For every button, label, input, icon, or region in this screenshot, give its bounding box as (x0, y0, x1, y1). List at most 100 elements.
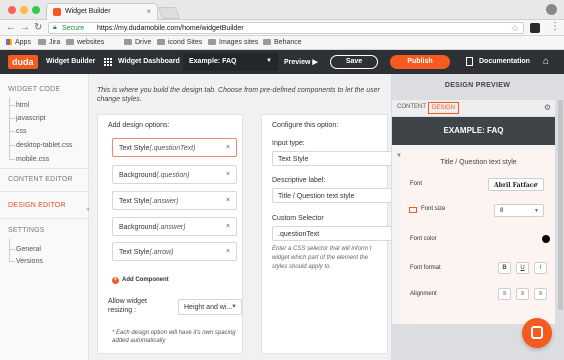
underline-button[interactable]: U (516, 262, 529, 274)
duda-favicon-icon (53, 8, 61, 16)
input-type-select[interactable]: Text Style (272, 151, 392, 166)
tab-content[interactable]: CONTENT (397, 104, 426, 110)
tree-line (9, 239, 15, 261)
profile-icon[interactable] (546, 4, 557, 15)
widget-selector-dropdown[interactable]: Example: FAQ ▼ (183, 53, 278, 71)
remove-option-icon[interactable]: × (226, 223, 230, 230)
publish-button[interactable]: Publish (390, 55, 450, 69)
back-arrow-icon[interactable]: ← (6, 22, 16, 33)
sidebar-section-settings[interactable]: SETTINGS (8, 227, 45, 234)
custom-selector-input[interactable]: .questionText (272, 226, 392, 241)
bookmark-icond-sites[interactable]: icond Sites (157, 39, 202, 46)
preview-tabs: CONTENT DESIGN ⚙ (392, 100, 555, 117)
minimize-window-button[interactable] (20, 6, 28, 14)
spacing-footnote: * Each design option will have it's own … (112, 330, 236, 344)
remove-option-icon[interactable]: × (226, 197, 230, 204)
font-color-swatch[interactable] (542, 235, 550, 243)
bookmark-images-sites[interactable]: Images sites (208, 39, 258, 46)
remove-option-icon[interactable]: × (226, 144, 230, 151)
tree-branch (9, 159, 15, 160)
sidebar-section-content-editor[interactable]: CONTENT EDITOR (8, 176, 73, 183)
add-component-button[interactable]: + Add Component (112, 277, 169, 284)
design-option-item[interactable]: Background(.answer) × (112, 217, 237, 236)
bookmarks-bar: Apps Jira websites Drive icond Sites Ima… (0, 36, 564, 50)
widget-builder-title: Widget Builder (46, 58, 96, 65)
address-bar: ← → ↻ 🔒︎ Secure https://my.dudamobile.co… (0, 20, 564, 36)
widget-dashboard-link[interactable]: Widget Dashboard (118, 58, 180, 65)
design-option-item[interactable]: Background(.question) × (112, 165, 237, 184)
sidebar-item-html[interactable]: html (16, 102, 29, 109)
folder-icon (38, 39, 46, 45)
font-format-label: Font format (410, 265, 441, 271)
sidebar-item-mobile-css[interactable]: mobile.css (16, 156, 49, 163)
sidebar-item-general[interactable]: General (16, 246, 41, 253)
gear-icon[interactable]: ⚙ (544, 103, 551, 112)
forward-arrow-icon[interactable]: → (20, 22, 30, 33)
tab-title: Widget Builder (65, 8, 111, 15)
bookmark-star-icon[interactable]: ☆ (511, 23, 519, 34)
save-button[interactable]: Save (330, 55, 378, 69)
chat-button[interactable] (522, 318, 552, 348)
play-icon: ▶ (312, 59, 318, 66)
url-text: https://my.dudamobile.com/home/widgetBui… (97, 25, 244, 32)
folder-icon (66, 39, 74, 45)
duda-logo[interactable]: duda (8, 55, 38, 69)
browser-tab[interactable]: Widget Builder × (46, 3, 158, 20)
bookmark-behance[interactable]: Behance (263, 39, 302, 46)
custom-selector-hint: Enter a CSS selector that will inform t (272, 246, 372, 252)
design-editor-main: This is where you build the design tab. … (89, 74, 392, 360)
close-window-button[interactable] (8, 6, 16, 14)
font-select[interactable]: Abril Fatface ▼ (488, 178, 544, 191)
lock-icon: 🔒︎ (53, 24, 57, 31)
design-preview-title: DESIGN PREVIEW (444, 82, 511, 89)
font-size-label: Font size (421, 206, 446, 212)
preview-scrollbar[interactable] (558, 100, 563, 310)
bookmark-apps[interactable]: Apps (6, 39, 31, 46)
remove-option-icon[interactable]: × (226, 171, 230, 178)
sidebar-item-css[interactable]: css (16, 128, 27, 135)
descriptive-label-label: Descriptive label: (272, 177, 326, 184)
new-tab-button[interactable] (157, 7, 181, 19)
text-style-panel: Title / Question text style Font Abril F… (402, 150, 555, 324)
italic-button[interactable]: I (534, 262, 547, 274)
align-left-icon[interactable]: ≡ (498, 288, 511, 300)
design-option-item[interactable]: Text Style(.answer) × (112, 191, 237, 210)
documentation-link[interactable]: Documentation (479, 58, 530, 65)
tree-branch (9, 105, 15, 106)
url-input[interactable]: 🔒︎ Secure https://my.dudamobile.com/home… (48, 22, 524, 34)
tab-design[interactable]: DESIGN (428, 102, 460, 114)
font-color-label: Font color (410, 236, 437, 242)
preview-button[interactable]: Preview ▶ (284, 58, 318, 66)
bookmark-jira[interactable]: Jira (38, 39, 60, 46)
font-size-select[interactable]: 8 ▼ (494, 204, 544, 217)
app-header: duda Widget Builder Widget Dashboard Exa… (0, 50, 564, 74)
tab-close-icon[interactable]: × (146, 7, 151, 16)
reload-icon[interactable]: ↻ (34, 22, 42, 33)
bookmark-websites[interactable]: websites (66, 39, 104, 46)
sidebar-section-widget-code[interactable]: WIDGET CODE (8, 86, 60, 93)
resizing-select[interactable]: Height and wi... ▼ (178, 299, 242, 315)
text-style-panel-title: Title / Question text style (440, 159, 517, 166)
sidebar-item-desktop-tablet-css[interactable]: desktop-tablet.css (16, 142, 72, 149)
extension-icon[interactable] (530, 23, 540, 33)
remove-option-icon[interactable]: × (226, 248, 230, 255)
align-right-icon[interactable]: ≡ (534, 288, 547, 300)
sidebar-item-versions[interactable]: Versions (16, 258, 43, 265)
align-center-icon[interactable]: ≡ (516, 288, 529, 300)
design-option-item[interactable]: Text Style(.questionText) × (112, 138, 237, 157)
bold-button[interactable]: B (498, 262, 511, 274)
home-icon[interactable]: ⌂ (543, 56, 549, 67)
tree-branch (9, 145, 15, 146)
configure-title: Configure this option: (272, 122, 339, 129)
sidebar-item-javascript[interactable]: javascript (16, 115, 46, 122)
descriptive-label-input[interactable]: Title / Question text style (272, 188, 392, 203)
font-size-value: 8 (500, 208, 504, 214)
design-option-item[interactable]: Text Style(.arrow) × (112, 242, 237, 261)
maximize-window-button[interactable] (32, 6, 40, 14)
folder-icon (263, 39, 271, 45)
alignment-label: Alignment (410, 291, 437, 297)
browser-menu-icon[interactable]: ⋮ (550, 21, 560, 32)
sidebar-section-design-editor[interactable]: DESIGN EDITOR (8, 202, 66, 209)
bookmark-drive[interactable]: Drive (124, 39, 151, 46)
input-type-label: Input type: (272, 140, 305, 147)
